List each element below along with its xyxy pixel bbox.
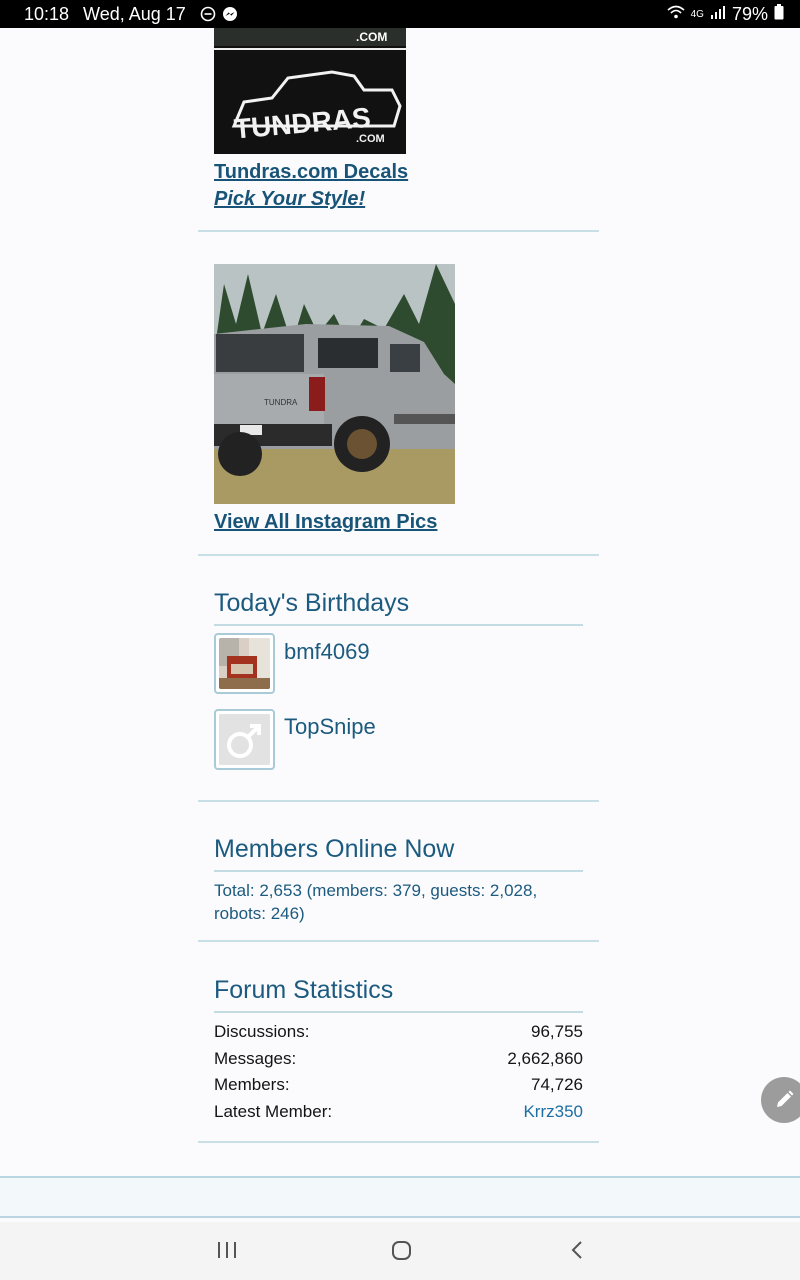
stat-row: Discussions: 96,755 xyxy=(214,1022,583,1042)
instagram-photo[interactable]: TUNDRA xyxy=(214,264,455,504)
latest-member-link[interactable]: Krrz350 xyxy=(523,1102,583,1122)
pencil-icon xyxy=(777,1090,794,1107)
stat-value: 74,726 xyxy=(531,1075,583,1094)
stat-row: Latest Member: Krrz350 xyxy=(214,1102,583,1122)
do-not-disturb-icon xyxy=(200,6,216,22)
instagram-link[interactable]: View All Instagram Pics xyxy=(214,511,437,534)
birthday-member-name[interactable]: bmf4069 xyxy=(284,639,370,665)
back-icon[interactable] xyxy=(566,1238,588,1267)
section-divider xyxy=(198,940,599,942)
decals-style-link[interactable]: Pick Your Style! xyxy=(214,188,365,211)
stat-label: Messages: xyxy=(214,1049,297,1068)
section-divider xyxy=(198,230,599,232)
truck-badge: TUNDRA xyxy=(264,398,298,407)
stat-value: 2,662,860 xyxy=(507,1049,583,1068)
decals-banner-image[interactable]: .COM TUNDRAS .COM xyxy=(214,28,406,154)
birthdays-title: Today's Birthdays xyxy=(214,589,583,626)
section-divider xyxy=(198,800,599,802)
svg-text:.COM: .COM xyxy=(356,30,387,44)
section-divider xyxy=(198,554,599,556)
stat-row: Messages: 2,662,860 xyxy=(214,1049,583,1069)
status-bar: 10:18 Wed, Aug 17 4G 79% xyxy=(0,0,800,28)
members-online-title: Members Online Now xyxy=(214,835,583,872)
stat-label: Members: xyxy=(214,1075,290,1094)
svg-text:.COM: .COM xyxy=(356,133,385,145)
avatar[interactable] xyxy=(214,633,275,694)
forum-statistics-title: Forum Statistics xyxy=(214,976,583,1013)
stat-row: Members: 74,726 xyxy=(214,1075,583,1095)
status-date: Wed, Aug 17 xyxy=(83,3,186,24)
online-summary-line: Total: 2,653 (members: 379, guests: 2,02… xyxy=(214,881,538,900)
avatar[interactable] xyxy=(214,709,275,770)
signal-icon xyxy=(710,4,726,25)
online-summary-line: robots: 246) xyxy=(214,904,305,923)
section-divider xyxy=(198,1141,599,1143)
edit-fab-button[interactable] xyxy=(761,1077,800,1123)
decals-link[interactable]: Tundras.com Decals xyxy=(214,161,408,184)
wifi-icon xyxy=(667,4,685,25)
status-time: 10:18 xyxy=(24,3,70,24)
birthday-member-name[interactable]: TopSnipe xyxy=(284,714,376,740)
male-symbol-icon xyxy=(219,714,270,765)
home-icon[interactable] xyxy=(390,1238,414,1267)
page-footer xyxy=(0,1176,800,1218)
online-summary: Total: 2,653 (members: 379, guests: 2,02… xyxy=(214,879,583,925)
messenger-icon xyxy=(222,6,238,22)
recents-icon[interactable] xyxy=(216,1238,238,1267)
stat-label: Discussions: xyxy=(214,1022,310,1041)
system-nav-bar xyxy=(0,1222,800,1280)
stat-label: Latest Member: xyxy=(214,1102,333,1121)
stat-value: 96,755 xyxy=(531,1022,583,1041)
battery-percent: 79% xyxy=(731,3,768,24)
network-type: 4G xyxy=(690,8,704,20)
battery-icon xyxy=(774,3,784,25)
